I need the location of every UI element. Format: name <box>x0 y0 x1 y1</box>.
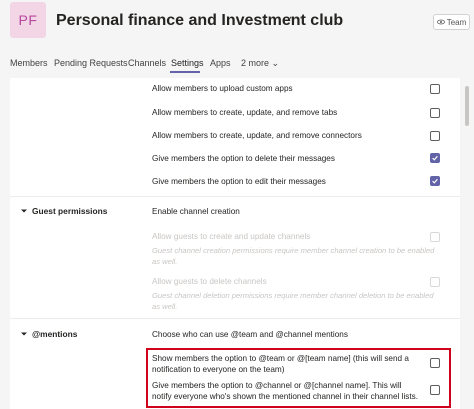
checkmark-icon <box>432 155 438 161</box>
setting-label: Allow guests to create and update channe… <box>152 232 311 241</box>
guest-delete-channels-checkbox[interactable] <box>430 277 440 287</box>
active-tab-indicator <box>170 71 200 73</box>
section-divider <box>10 318 460 319</box>
setting-label: Allow members to create, update, and rem… <box>152 131 362 140</box>
team-badge[interactable]: Team <box>433 14 470 30</box>
setting-label: Give members the option to edit their me… <box>152 177 326 186</box>
team-avatar: PF <box>10 2 46 38</box>
setting-label: Give members the option to @channel or @… <box>152 381 418 401</box>
settings-panel: Allow members to upload custom apps Allo… <box>10 78 460 409</box>
section-divider <box>10 196 460 197</box>
scrollbar-thumb[interactable] <box>465 86 469 126</box>
setting-label: Allow members to upload custom apps <box>152 84 293 93</box>
tab-settings[interactable]: Settings <box>171 58 204 68</box>
team-avatar-initials: PF <box>18 12 38 28</box>
setting-label: Allow guests to delete channels <box>152 277 267 286</box>
tab-members[interactable]: Members <box>10 58 48 68</box>
checkmark-icon <box>432 178 438 184</box>
manage-tabs-checkbox[interactable] <box>430 108 440 118</box>
eye-icon <box>436 19 445 25</box>
setting-label: Show members the option to @team or @[te… <box>152 354 409 374</box>
manage-connectors-checkbox[interactable] <box>430 131 440 141</box>
upload-custom-apps-checkbox[interactable] <box>430 84 440 94</box>
setting-note: Guest channel creation permissions requi… <box>152 246 435 266</box>
mentions-title: @mentions <box>32 329 78 339</box>
team-mention-checkbox[interactable] <box>430 358 440 368</box>
chevron-down-icon[interactable] <box>20 330 28 338</box>
delete-messages-checkbox[interactable] <box>430 153 440 163</box>
guest-permissions-title: Guest permissions <box>32 206 108 216</box>
tab-bar: Members Pending Requests Channels Settin… <box>0 54 474 78</box>
tab-channels[interactable]: Channels <box>128 58 166 68</box>
chevron-down-icon[interactable] <box>20 207 28 215</box>
team-badge-label: Team <box>446 17 467 27</box>
edit-messages-checkbox[interactable] <box>430 176 440 186</box>
guest-create-channels-checkbox[interactable] <box>430 232 440 242</box>
setting-note: Guest channel deletion permissions requi… <box>152 291 434 311</box>
channel-mention-checkbox[interactable] <box>430 385 440 395</box>
tab-pending-requests[interactable]: Pending Requests <box>54 58 128 68</box>
tab-apps[interactable]: Apps <box>210 58 231 68</box>
more-options-icon[interactable]: ··· <box>288 9 304 27</box>
setting-label: Allow members to create, update, and rem… <box>152 108 338 117</box>
enable-channel-creation-label: Enable channel creation <box>152 207 240 216</box>
setting-label: Give members the option to delete their … <box>152 154 335 163</box>
tab-more[interactable]: 2 more ⌄ <box>241 58 279 69</box>
mentions-subtitle: Choose who can use @team and @channel me… <box>152 330 348 339</box>
